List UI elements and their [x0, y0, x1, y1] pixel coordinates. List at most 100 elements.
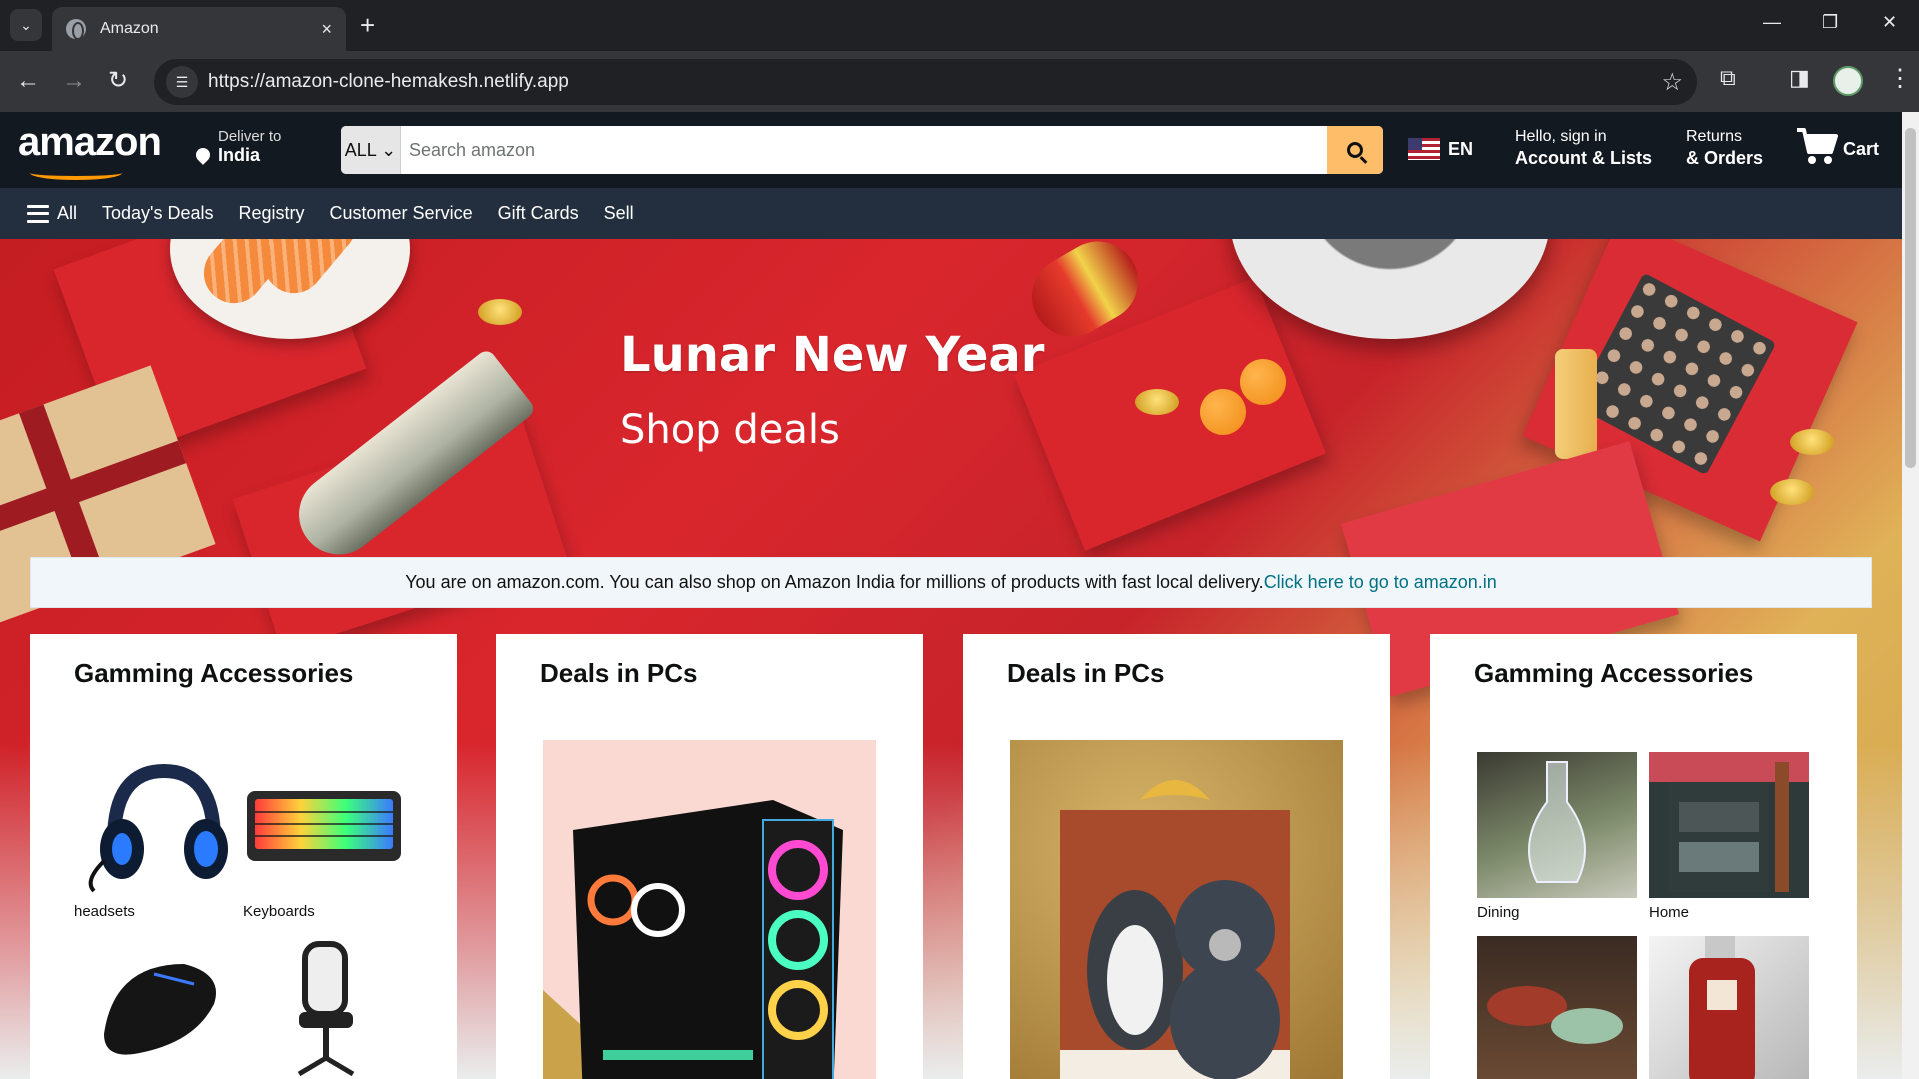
grid-item-beauty[interactable] — [1649, 936, 1809, 1079]
region-notice: You are on amazon.com. You can also shop… — [30, 557, 1872, 608]
grid-label-home: Home — [1649, 904, 1690, 921]
amazon-page: amazon Deliver to India ALL ⌄ EN Hello, … — [0, 112, 1902, 1079]
nav-gift-cards[interactable]: Gift Cards — [498, 203, 579, 224]
bookmark-star-icon[interactable]: ☆ — [1661, 68, 1683, 97]
nav-todays-deals[interactable]: Today's Deals — [102, 203, 214, 224]
grid-item-kitchen[interactable] — [1477, 936, 1637, 1079]
headset-image — [74, 751, 234, 897]
grid-item-chair[interactable] — [243, 934, 403, 1079]
location-pin-icon — [193, 145, 213, 165]
reload-button[interactable]: ↻ — [108, 67, 128, 95]
orange-image — [1200, 389, 1246, 435]
search-input[interactable] — [401, 126, 1327, 174]
new-tab-button[interactable]: + — [360, 11, 375, 39]
card-title: Deals in PCs — [540, 658, 698, 688]
gold-ingot-image-4 — [1770, 479, 1814, 505]
deliver-location: India — [218, 145, 261, 165]
cart-label: Cart — [1843, 139, 1880, 159]
serum-bottle-image — [1555, 349, 1597, 459]
card-deals-pcs-2: Deals in PCs — [963, 634, 1390, 1079]
us-flag-icon — [1408, 138, 1440, 160]
browser-tab[interactable]: Amazon × — [52, 7, 346, 51]
mouse-image — [74, 934, 234, 1079]
grid-label-headsets: headsets — [74, 903, 135, 920]
url-text[interactable]: https://amazon-clone-hemakesh.netlify.ap… — [208, 71, 569, 93]
tab-search-button[interactable]: ⌄ — [10, 9, 42, 41]
card-gaming-accessories: Gamming Accessories headsets Keyboards — [30, 634, 457, 1079]
search-category-select[interactable]: ALL ⌄ — [341, 126, 401, 174]
dining-image — [1477, 752, 1637, 898]
grid-item-mouse[interactable] — [74, 934, 234, 1079]
gaming-pc-image[interactable] — [543, 740, 876, 1079]
globe-icon — [66, 19, 86, 40]
restore-button[interactable]: ❐ — [1822, 12, 1838, 33]
plush-toys-image[interactable] — [1010, 740, 1343, 1079]
scrollbar-thumb[interactable] — [1905, 128, 1916, 468]
logo-smile-icon — [30, 166, 122, 180]
grid-item-keyboards[interactable]: Keyboards — [243, 751, 403, 920]
chevron-down-icon: ⌄ — [20, 16, 32, 33]
nav-registry[interactable]: Registry — [239, 203, 305, 224]
amazon-header: amazon Deliver to India ALL ⌄ EN Hello, … — [0, 112, 1902, 188]
notice-text: You are on amazon.com. You can also shop… — [405, 572, 1264, 592]
cart-button[interactable]: Cart — [1795, 126, 1879, 166]
card-title: Deals in PCs — [1007, 658, 1165, 688]
cart-icon — [1797, 128, 1838, 164]
language-selector[interactable]: EN — [1408, 138, 1473, 160]
profile-avatar[interactable] — [1833, 66, 1863, 96]
tab-close-button[interactable]: × — [321, 19, 332, 40]
side-panel-icon[interactable]: ◨ — [1789, 65, 1810, 91]
browser-menu-icon[interactable]: ⋮ — [1888, 64, 1912, 93]
hero-subtitle: Shop deals — [620, 407, 840, 453]
sub-navigation: All Today's Deals Registry Customer Serv… — [0, 188, 1902, 239]
orange-image-2 — [1240, 359, 1286, 405]
all-label: All — [57, 203, 78, 223]
gaming-chair-image — [243, 934, 403, 1079]
card-title: Gamming Accessories — [74, 658, 354, 688]
site-info-icon[interactable]: ☰ — [166, 66, 198, 98]
grid-item-headsets[interactable]: headsets — [74, 751, 234, 920]
orders-label: & Orders — [1686, 148, 1764, 168]
gold-ingot-image-3 — [1790, 429, 1834, 455]
tab-title: Amazon — [100, 20, 159, 37]
returns-orders[interactable]: Returns & Orders — [1686, 128, 1763, 169]
account-label: Account & Lists — [1515, 148, 1653, 168]
browser-tabbar: ⌄ Amazon × + — ❐ ✕ — [0, 0, 1919, 51]
language-code: EN — [1448, 138, 1474, 159]
account-greeting: Hello, sign in — [1515, 128, 1607, 145]
deliver-location-row: India — [193, 145, 281, 166]
kitchen-image — [1477, 936, 1637, 1079]
gold-ingot-image-2 — [1135, 389, 1179, 415]
grid-label-keyboards: Keyboards — [243, 903, 315, 920]
minimize-button[interactable]: — — [1763, 12, 1781, 33]
keyboard-image — [243, 751, 403, 897]
nav-customer-service[interactable]: Customer Service — [330, 203, 473, 224]
robot-vacuum-image — [1230, 239, 1550, 339]
returns-label: Returns — [1686, 128, 1743, 145]
close-window-button[interactable]: ✕ — [1882, 12, 1897, 33]
home-image — [1649, 752, 1809, 898]
deliver-label: Deliver to — [218, 128, 282, 145]
address-bar[interactable]: ☰ https://amazon-clone-hemakesh.netlify.… — [154, 59, 1697, 105]
amazon-logo[interactable]: amazon — [18, 120, 162, 165]
beauty-image — [1649, 936, 1809, 1079]
forward-button[interactable]: → — [62, 67, 86, 95]
amazon-in-link[interactable]: Click here to go to amazon.in — [1264, 572, 1497, 593]
account-lists[interactable]: Hello, sign in Account & Lists — [1515, 128, 1652, 169]
grid-item-dining[interactable]: Dining — [1477, 752, 1637, 921]
nav-sell[interactable]: Sell — [604, 203, 634, 224]
search-icon — [1347, 142, 1363, 158]
card-title: Gamming Accessories — [1474, 658, 1754, 688]
browser-toolbar: ← → ↻ ☰ https://amazon-clone-hemakesh.ne… — [0, 51, 1919, 112]
extensions-icon[interactable]: ⧉ — [1720, 65, 1736, 91]
all-menu-button[interactable]: All — [27, 203, 77, 224]
page-viewport: amazon Deliver to India ALL ⌄ EN Hello, … — [0, 112, 1919, 1079]
grid-item-home[interactable]: Home — [1649, 752, 1809, 921]
search-button[interactable] — [1327, 126, 1383, 174]
card-gaming-accessories-2: Gamming Accessories Dining Home — [1430, 634, 1857, 1079]
page-scrollbar[interactable] — [1902, 112, 1919, 1079]
gold-ingot-image — [478, 299, 522, 325]
hero-title: Lunar New Year — [620, 327, 1045, 383]
deliver-to[interactable]: Deliver to India — [193, 128, 282, 166]
back-button[interactable]: ← — [16, 67, 40, 95]
